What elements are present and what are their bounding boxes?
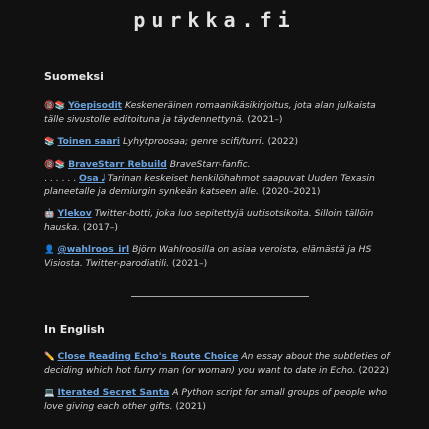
entry-toinen-saari: 📚 Toinen saari Lyhytproosaa; genre scifi…: [44, 135, 394, 149]
entry-meta: (2021): [175, 401, 207, 412]
link-close-reading[interactable]: Close Reading Echo's Route Choice: [58, 351, 239, 362]
section-heading-english: In English: [44, 323, 105, 336]
adult-books-icon: 🔞📚: [44, 160, 66, 170]
entry-yoepisodit: 🔞📚 Yöepisodit Keskeneräinen romaanikäsik…: [44, 99, 394, 126]
entry-meta: (2021–): [247, 114, 283, 125]
entry-bravestarr-rebuild: 🔞📚 BraveStarr Rebuild BraveStarr-fanfic.…: [44, 158, 394, 198]
section-divider: [131, 296, 309, 297]
entry-wahlroos-irl: 👤 @wahlroos_irl Björn Wahlroosilla on as…: [44, 243, 394, 270]
adult-books-icon: 🔞📚: [44, 101, 66, 111]
sub-entry-osa: . . . . . . Osa 𝅘𝅥 Tarinan keskeiset hen…: [44, 172, 394, 198]
link-wahlroos-irl[interactable]: @wahlroos_irl: [58, 244, 130, 255]
link-bravestarr-rebuild[interactable]: BraveStarr Rebuild: [68, 159, 167, 170]
sub-entry-prefix: . . . . . .: [44, 173, 77, 184]
laptop-icon: 💻: [44, 388, 55, 398]
entry-meta: (2020–2021): [261, 186, 321, 197]
link-toinen-saari[interactable]: Toinen saari: [58, 136, 121, 147]
entry-close-reading: ✏️ Close Reading Echo's Route Choice An …: [44, 350, 394, 377]
section-english: In English ✏️ Close Reading Echo's Route…: [44, 323, 394, 413]
books-icon: 📚: [44, 137, 55, 147]
entry-description: BraveStarr-fanfic.: [169, 159, 251, 170]
entry-meta: (2022): [267, 136, 299, 147]
link-ylekov[interactable]: Ylekov: [58, 208, 92, 219]
site-title: purkka.fi: [133, 8, 296, 32]
entry-ylekov: 🤖 Ylekov Twitter-botti, joka luo sepitet…: [44, 207, 394, 234]
entry-iterated-secret-santa: 💻 Iterated Secret Santa A Python script …: [44, 386, 394, 413]
entry-description: Lyhytproosaa; genre scifi/turri.: [123, 136, 265, 147]
robot-icon: 🤖: [44, 209, 55, 219]
person-icon: 👤: [44, 245, 55, 255]
main-content: Suomeksi 🔞📚 Yöepisodit Keskeneräinen rom…: [44, 70, 394, 422]
link-osa[interactable]: Osa 𝅘𝅥: [79, 173, 105, 184]
pencil-icon: ✏️: [44, 352, 55, 362]
link-yoepisodit[interactable]: Yöepisodit: [68, 100, 122, 111]
link-iterated-secret-santa[interactable]: Iterated Secret Santa: [58, 387, 170, 398]
section-finnish: Suomeksi 🔞📚 Yöepisodit Keskeneräinen rom…: [44, 70, 394, 270]
entry-meta: (2022): [358, 365, 390, 376]
entry-meta: (2017–): [82, 222, 119, 233]
section-heading-finnish: Suomeksi: [44, 70, 104, 83]
entry-meta: (2021–): [172, 258, 208, 269]
